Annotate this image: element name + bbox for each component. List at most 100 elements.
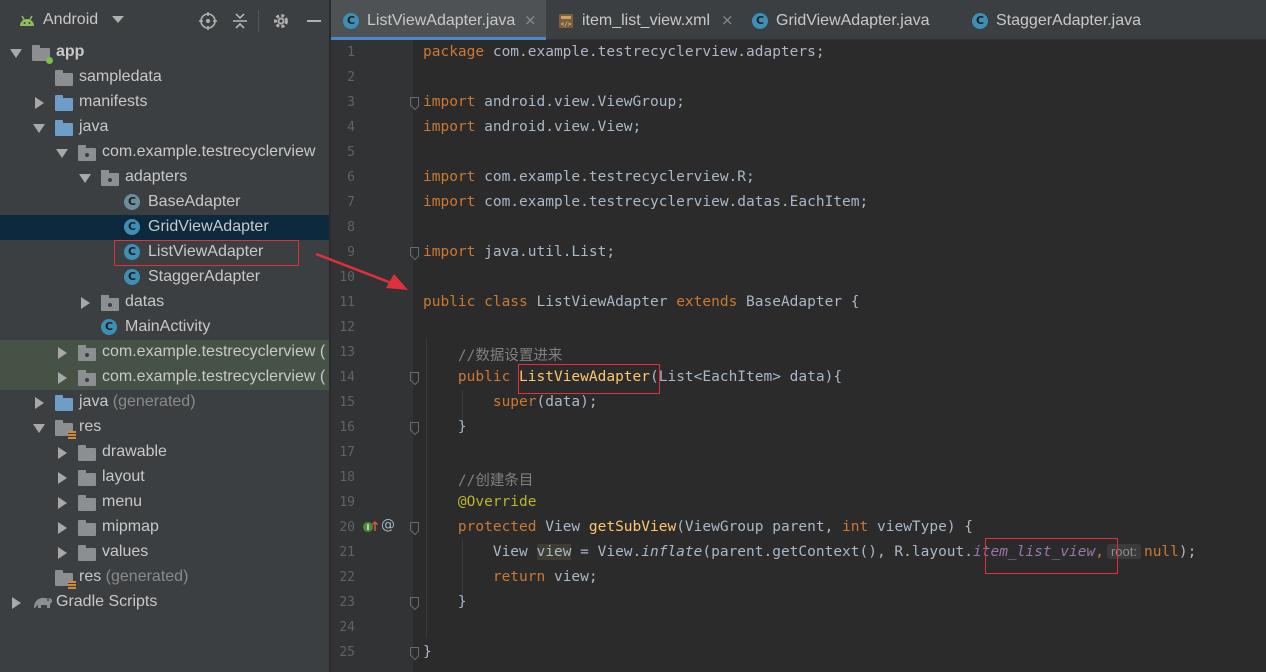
package-icon <box>101 170 119 186</box>
code-line-1: package com.example.testrecyclerview.ada… <box>423 44 825 60</box>
locate-target-icon[interactable] <box>198 11 218 31</box>
tree-item[interactable]: C GridViewAdapter <box>0 215 329 240</box>
tree-item[interactable]: datas <box>0 290 329 315</box>
tree-item[interactable]: com.example.testrecyclerview ( <box>0 340 329 365</box>
tree-item-label: manifests <box>79 93 148 110</box>
annotation-at-icon[interactable]: @ <box>381 517 395 533</box>
tree-item[interactable]: drawable <box>0 440 329 465</box>
folder-icon <box>55 395 73 411</box>
tree-item-label: res (generated) <box>79 568 189 585</box>
tree-item-label: java (generated) <box>79 393 196 410</box>
line-number: 22 <box>339 570 355 585</box>
chevron-down-icon[interactable] <box>56 149 68 158</box>
tree-item-label: sampledata <box>79 68 162 85</box>
tree-item-label: com.example.testrecyclerview ( <box>102 343 326 360</box>
chevron-down-icon[interactable] <box>112 16 124 23</box>
folder-gray-icon <box>78 520 96 536</box>
code-line-4: import android.view.View; <box>423 119 642 135</box>
module-folder-icon <box>32 45 53 64</box>
annotation-box-layout <box>985 538 1118 574</box>
gear-icon[interactable] <box>271 11 291 31</box>
chevron-right-icon[interactable] <box>58 547 67 559</box>
tree-item[interactable]: layout <box>0 465 329 490</box>
tree-item[interactable]: java <box>0 115 329 140</box>
fold-marker-icon[interactable] <box>410 372 419 381</box>
tree-item[interactable]: manifests <box>0 90 329 115</box>
tree-item[interactable]: res (generated) <box>0 565 329 590</box>
svg-text:</>: </> <box>561 21 572 28</box>
folder-icon <box>55 95 73 111</box>
project-view-selector[interactable]: Android <box>43 11 98 29</box>
tree-item[interactable]: com.example.testrecyclerview <box>0 140 329 165</box>
tree-item[interactable]: Gradle Scripts <box>0 590 329 615</box>
line-number: 3 <box>347 95 355 110</box>
class-icon: C <box>101 319 117 335</box>
close-icon[interactable]: × <box>524 11 537 29</box>
gradle-elephant-icon <box>32 594 54 614</box>
fold-marker-icon[interactable] <box>410 597 419 606</box>
tree-item[interactable]: com.example.testrecyclerview ( <box>0 365 329 390</box>
tree-item[interactable]: menu <box>0 490 329 515</box>
tree-item[interactable]: C MainActivity <box>0 315 329 340</box>
class-icon: C <box>752 13 768 29</box>
tree-item[interactable]: adapters <box>0 165 329 190</box>
folder-gray-icon <box>55 70 73 86</box>
chevron-down-icon[interactable] <box>33 424 45 433</box>
tree-item[interactable]: values <box>0 540 329 565</box>
chevron-right-icon[interactable] <box>81 297 90 309</box>
fold-marker-icon[interactable] <box>410 97 419 106</box>
chevron-right-icon[interactable] <box>58 372 67 384</box>
code-line-7: import com.example.testrecyclerview.data… <box>423 194 869 210</box>
annotation-arrow <box>315 252 408 290</box>
code-line-19: @Override <box>457 494 537 510</box>
close-icon[interactable]: × <box>721 11 734 29</box>
tab-item-list-view[interactable]: </> item_list_view.xml × <box>546 0 740 40</box>
tree-item-label: adapters <box>125 168 188 185</box>
tree-item[interactable]: res <box>0 415 329 440</box>
line-number: 21 <box>339 545 355 560</box>
tree-item[interactable]: sampledata <box>0 65 329 90</box>
tree-item[interactable]: java (generated) <box>0 390 329 415</box>
chevron-right-icon[interactable] <box>58 497 67 509</box>
override-method-icon[interactable]: I <box>362 519 378 535</box>
tree-item[interactable]: app <box>0 40 329 65</box>
fold-marker-icon[interactable] <box>410 647 419 656</box>
line-number: 13 <box>339 345 355 360</box>
tree-item-label: StaggerAdapter <box>148 268 261 285</box>
chevron-right-icon[interactable] <box>58 447 67 459</box>
tab-gridviewadapter[interactable]: C GridViewAdapter.java <box>740 0 960 40</box>
chevron-right-icon[interactable] <box>12 597 21 609</box>
fold-marker-icon[interactable] <box>410 422 419 431</box>
line-number: 6 <box>347 170 355 185</box>
line-number: 14 <box>339 370 355 385</box>
chevron-right-icon[interactable] <box>35 97 44 109</box>
line-number: 8 <box>347 220 355 235</box>
chevron-down-icon[interactable] <box>10 49 22 58</box>
line-number: 24 <box>339 620 355 635</box>
tree-item-label: MainActivity <box>125 318 211 335</box>
chevron-right-icon[interactable] <box>35 397 44 409</box>
chevron-right-icon[interactable] <box>58 522 67 534</box>
tree-item[interactable]: C BaseAdapter <box>0 190 329 215</box>
chevron-down-icon[interactable] <box>79 174 91 183</box>
tab-listviewadapter[interactable]: C ListViewAdapter.java × <box>331 0 546 40</box>
collapse-all-icon[interactable] <box>230 11 250 31</box>
chevron-right-icon[interactable] <box>58 472 67 484</box>
line-number: 4 <box>347 120 355 135</box>
line-number: 23 <box>339 595 355 610</box>
tab-staggeradapter[interactable]: C StaggerAdapter.java <box>960 0 1175 40</box>
tree-item[interactable]: mipmap <box>0 515 329 540</box>
tree-item[interactable]: C StaggerAdapter <box>0 265 329 290</box>
project-panel: Android app sampledata manifests java com.ex… <box>0 0 330 672</box>
abstract-class-icon: C <box>124 194 140 210</box>
hide-panel-icon[interactable] <box>304 11 324 31</box>
code-line-3: import android.view.ViewGroup; <box>423 94 685 110</box>
package-icon <box>78 370 96 386</box>
chevron-down-icon[interactable] <box>33 124 45 133</box>
chevron-right-icon[interactable] <box>58 347 67 359</box>
tree-item-label: layout <box>102 468 145 485</box>
code-line-11: public class ListViewAdapter extends Bas… <box>423 294 860 310</box>
line-number: 11 <box>339 295 355 310</box>
folder-gray-icon <box>78 545 96 561</box>
fold-marker-icon[interactable] <box>410 522 419 531</box>
